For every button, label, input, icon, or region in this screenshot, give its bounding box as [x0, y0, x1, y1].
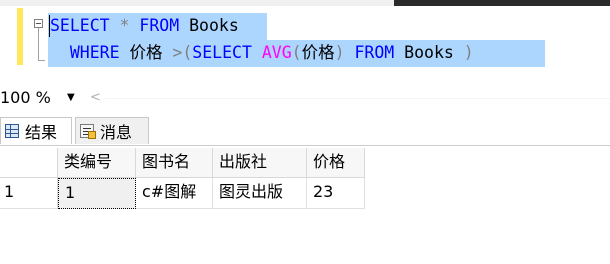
- avg-column-name: 价格: [301, 43, 335, 62]
- horizontal-scrollbar[interactable]: [105, 98, 610, 99]
- avg-open-paren: (: [291, 43, 302, 62]
- code-line-2[interactable]: WHERE 价格 >(SELECT AVG(价格) FROM Books ): [50, 41, 474, 65]
- zoom-value: 100 %: [0, 88, 51, 107]
- table-cell[interactable]: c#图解: [136, 178, 213, 209]
- table-name: Books: [189, 16, 239, 35]
- keyword-select: SELECT: [50, 16, 110, 35]
- keyword-from: FROM: [139, 16, 180, 35]
- table-cell[interactable]: 23: [307, 178, 365, 209]
- operator-gt: >: [172, 43, 183, 62]
- editor-top-strip-dark: [394, 0, 610, 6]
- chevron-down-icon[interactable]: ▼: [67, 92, 75, 103]
- operator-star: *: [119, 16, 130, 35]
- outline-line: [38, 28, 39, 61]
- open-paren: (: [182, 43, 193, 62]
- column-header[interactable]: 类编号: [58, 148, 136, 178]
- tab-results[interactable]: 结果: [0, 117, 72, 144]
- keyword-where: WHERE: [69, 43, 120, 62]
- text-caret: [49, 15, 50, 37]
- function-avg: AVG: [261, 43, 292, 62]
- table-cell-selected[interactable]: 1: [58, 178, 136, 209]
- tab-messages-label: 消息: [100, 123, 133, 142]
- outline-line-end: [38, 60, 45, 61]
- table-cell[interactable]: 图灵出版: [213, 178, 307, 209]
- keyword-select-sub: SELECT: [192, 43, 252, 62]
- zoom-dropdown[interactable]: 100 % ▼: [0, 87, 85, 109]
- row-number[interactable]: 1: [0, 178, 58, 209]
- grid-corner-header[interactable]: [0, 148, 58, 178]
- result-tabbar: 结果 消息: [0, 117, 610, 146]
- message-icon: [80, 124, 96, 139]
- column-name: 价格: [129, 43, 163, 62]
- grid-icon: [5, 124, 19, 138]
- keyword-from-sub: FROM: [354, 43, 395, 62]
- scroll-left-icon[interactable]: <: [90, 90, 101, 105]
- table-name-sub: Books: [404, 43, 454, 62]
- zoom-bar: 100 % ▼ <: [0, 87, 610, 111]
- tab-results-label: 结果: [25, 123, 58, 142]
- sql-editor[interactable]: SELECT * FROM Books WHERE 价格 >(SELECT AV…: [0, 0, 610, 77]
- tab-messages[interactable]: 消息: [75, 117, 149, 144]
- code-line-1[interactable]: SELECT * FROM Books: [50, 14, 239, 38]
- column-header[interactable]: 出版社: [213, 148, 307, 178]
- close-paren: ): [463, 43, 474, 62]
- avg-close-paren: ): [334, 43, 345, 62]
- change-indicator-margin: [17, 8, 23, 65]
- column-header[interactable]: 图书名: [136, 148, 213, 178]
- collapse-icon[interactable]: [34, 19, 43, 28]
- column-header[interactable]: 价格: [307, 148, 365, 178]
